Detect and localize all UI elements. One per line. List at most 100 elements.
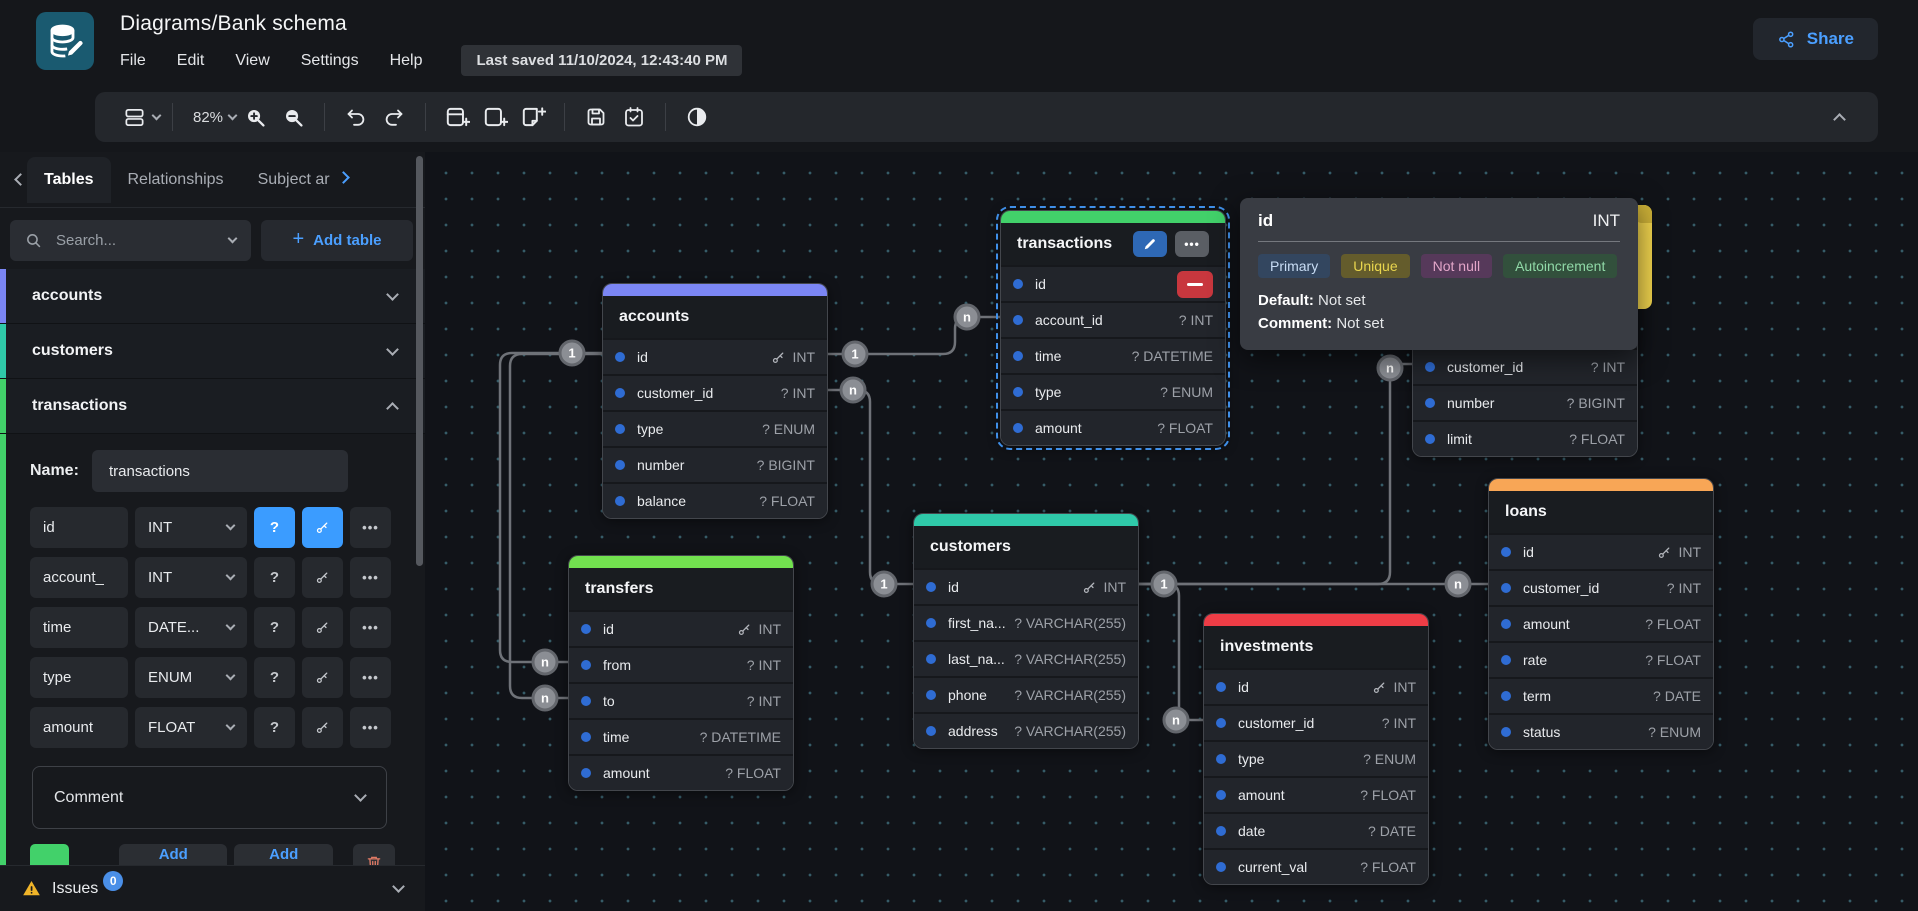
table-field-row[interactable]: phone? VARCHAR(255) — [914, 678, 1138, 712]
field-more-button[interactable]: ••• — [350, 707, 391, 748]
tabs-scroll-left-icon[interactable] — [14, 173, 27, 186]
primary-key-toggle-button[interactable] — [302, 607, 343, 648]
theme-toggle-button[interactable] — [683, 104, 711, 130]
relationship-path[interactable] — [1139, 584, 1203, 720]
field-name-input[interactable]: time — [30, 607, 128, 648]
table-field-row[interactable]: time? DATETIME — [1001, 339, 1225, 373]
sidebar-table-transactions[interactable]: transactions — [0, 379, 425, 434]
zoom-in-button[interactable] — [241, 104, 269, 130]
nullable-toggle-button[interactable]: ? — [254, 507, 295, 548]
canvas-table-customers[interactable]: customersidINTfirst_na...? VARCHAR(255)l… — [913, 513, 1139, 749]
chevron-sm-icon[interactable] — [226, 571, 236, 581]
table-field-row[interactable]: id — [1001, 267, 1225, 301]
collapse-toolbar-button[interactable] — [1825, 104, 1853, 130]
share-button[interactable]: Share — [1753, 18, 1878, 60]
table-name-input[interactable]: transactions — [92, 450, 348, 492]
table-field-row[interactable]: idINT — [1489, 535, 1713, 569]
field-more-button[interactable]: ••• — [350, 607, 391, 648]
table-field-row[interactable]: customer_id? INT — [1204, 706, 1428, 740]
field-more-button[interactable]: ••• — [350, 657, 391, 698]
table-field-row[interactable]: address? VARCHAR(255) — [914, 714, 1138, 748]
table-field-row[interactable]: customer_id? INT — [1489, 571, 1713, 605]
table-field-row[interactable]: status? ENUM — [1489, 715, 1713, 749]
redo-button[interactable] — [380, 104, 408, 130]
table-more-button[interactable]: ••• — [1175, 231, 1209, 257]
nullable-toggle-button[interactable]: ? — [254, 557, 295, 598]
table-field-row[interactable]: amount? FLOAT — [1489, 607, 1713, 641]
field-name-input[interactable]: type — [30, 657, 128, 698]
field-type-select[interactable]: FLOAT — [135, 707, 247, 748]
field-type-select[interactable]: DATE... — [135, 607, 247, 648]
primary-key-toggle-button[interactable] — [302, 507, 343, 548]
field-name-input[interactable]: id — [30, 507, 128, 548]
table-field-row[interactable]: current_val? FLOAT — [1204, 850, 1428, 884]
todo-button[interactable] — [620, 104, 648, 130]
chevron-sm-icon[interactable] — [226, 671, 236, 681]
add-table-button[interactable] — [443, 104, 471, 130]
canvas-table-accounts[interactable]: accountsidINTcustomer_id? INTtype? ENUMn… — [602, 283, 828, 519]
tab-relationships[interactable]: Relationships — [111, 157, 241, 203]
chevron-up-icon[interactable] — [386, 402, 399, 415]
layout-caret-icon[interactable] — [152, 110, 162, 120]
menu-help[interactable]: Help — [390, 52, 423, 69]
table-field-row[interactable]: amount? FLOAT — [1001, 411, 1225, 445]
table-field-row[interactable]: amount? FLOAT — [1204, 778, 1428, 812]
search-input[interactable]: Search... — [10, 220, 251, 261]
chevron-down-icon[interactable] — [386, 288, 399, 301]
table-field-row[interactable]: date? DATE — [1204, 814, 1428, 848]
field-name-input[interactable]: account_ — [30, 557, 128, 598]
table-field-row[interactable]: number? BIGINT — [1413, 386, 1637, 420]
zoom-level[interactable]: 82% — [193, 109, 223, 126]
table-field-row[interactable]: idINT — [603, 340, 827, 374]
table-field-row[interactable]: first_na...? VARCHAR(255) — [914, 606, 1138, 640]
canvas-table-transactions[interactable]: transactions•••idaccount_id? INTtime? DA… — [1000, 210, 1226, 446]
tab-subject-ar[interactable]: Subject ar — [241, 157, 337, 203]
table-field-row[interactable]: time? DATETIME — [569, 720, 793, 754]
canvas-table-transfers[interactable]: transfersidINTfrom? INTto? INTtime? DATE… — [568, 555, 794, 791]
comment-collapse[interactable]: Comment — [32, 766, 387, 829]
table-field-row[interactable]: term? DATE — [1489, 679, 1713, 713]
chevron-down-icon[interactable] — [354, 789, 367, 802]
tab-tables[interactable]: Tables — [27, 157, 111, 203]
field-type-select[interactable]: ENUM — [135, 657, 247, 698]
sidebar-table-accounts[interactable]: accounts — [0, 269, 425, 324]
table-field-row[interactable]: rate? FLOAT — [1489, 643, 1713, 677]
table-field-row[interactable]: idINT — [569, 612, 793, 646]
nullable-toggle-button[interactable]: ? — [254, 607, 295, 648]
table-field-row[interactable]: number? BIGINT — [603, 448, 827, 482]
menu-file[interactable]: File — [120, 52, 146, 69]
add-table-sidebar-button[interactable]: + Add table — [261, 220, 413, 261]
issues-chevron-icon[interactable] — [392, 880, 405, 893]
primary-key-toggle-button[interactable] — [302, 657, 343, 698]
primary-key-toggle-button[interactable] — [302, 707, 343, 748]
relationship-path[interactable] — [828, 390, 913, 584]
field-type-select[interactable]: INT — [135, 557, 247, 598]
menu-settings[interactable]: Settings — [301, 52, 359, 69]
menu-edit[interactable]: Edit — [177, 52, 205, 69]
zoom-caret-icon[interactable] — [228, 110, 238, 120]
edit-table-button[interactable] — [1133, 231, 1167, 257]
add-note-button[interactable] — [519, 104, 547, 130]
chevron-sm-icon[interactable] — [226, 621, 236, 631]
table-field-row[interactable]: type? ENUM — [1204, 742, 1428, 776]
nullable-toggle-button[interactable]: ? — [254, 657, 295, 698]
search-caret-icon[interactable] — [228, 234, 238, 244]
sidebar-table-customers[interactable]: customers — [0, 324, 425, 379]
table-field-row[interactable]: to? INT — [569, 684, 793, 718]
table-field-row[interactable]: balance? FLOAT — [603, 484, 827, 518]
field-name-input[interactable]: amount — [30, 707, 128, 748]
remove-field-button[interactable] — [1177, 271, 1213, 298]
field-more-button[interactable]: ••• — [350, 557, 391, 598]
tabs-scroll-right-icon[interactable] — [337, 171, 350, 184]
primary-key-toggle-button[interactable] — [302, 557, 343, 598]
table-field-row[interactable]: idINT — [914, 570, 1138, 604]
table-field-row[interactable]: amount? FLOAT — [569, 756, 793, 790]
table-field-row[interactable]: type? ENUM — [1001, 375, 1225, 409]
issues-bar[interactable]: Issues 0 — [0, 865, 425, 911]
chevron-down-icon[interactable] — [386, 343, 399, 356]
table-field-row[interactable]: type? ENUM — [603, 412, 827, 446]
undo-button[interactable] — [342, 104, 370, 130]
chevron-sm-icon[interactable] — [226, 521, 236, 531]
table-field-row[interactable]: customer_id? INT — [603, 376, 827, 410]
table-field-row[interactable]: customer_id? INT — [1413, 350, 1637, 384]
